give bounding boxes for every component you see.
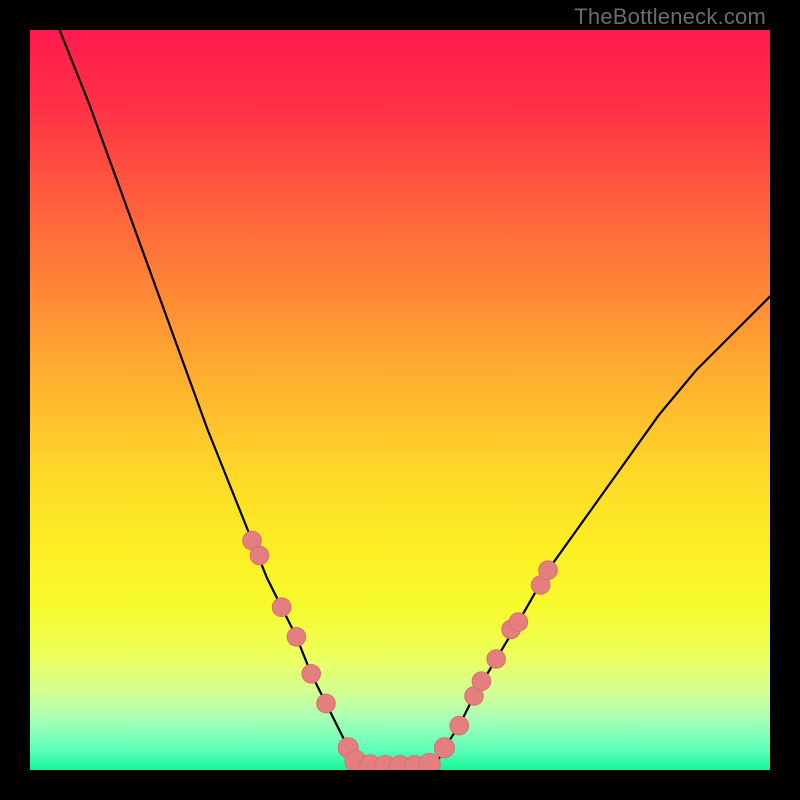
marker-group [243,531,558,770]
data-marker [419,753,440,770]
data-marker [287,628,306,647]
series-bottleneck-curve-right [437,296,770,762]
data-marker [539,561,558,580]
data-marker [317,694,336,713]
data-marker [434,738,454,758]
data-marker [302,665,321,684]
data-marker [472,672,491,691]
data-marker [509,613,528,632]
watermark-text: TheBottleneck.com [574,4,766,30]
chart-frame [30,30,770,770]
data-marker [250,546,269,565]
data-marker [272,598,291,617]
data-marker [487,650,506,669]
chart-svg [30,30,770,770]
plot-area [30,30,770,770]
series-group [60,30,770,767]
series-bottleneck-curve-left [60,30,356,763]
data-marker [450,716,469,735]
